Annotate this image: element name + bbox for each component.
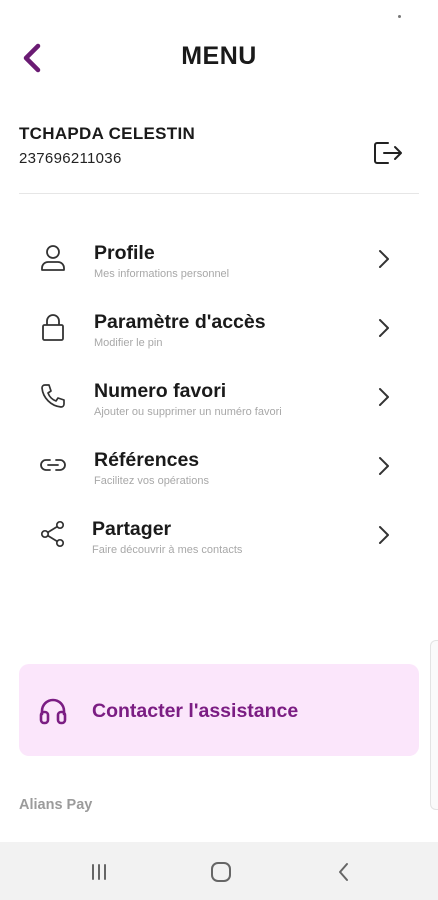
logout-button[interactable] [370,135,406,171]
page-title: MENU [181,42,257,70]
logout-icon [374,142,402,164]
menu-item-label: Partager [92,518,172,540]
contact-assistance-button[interactable]: Contacter l'assistance [19,664,419,756]
contact-assistance-label: Contacter l'assistance [92,700,299,722]
menu-item-label: Profile [94,242,155,264]
home-icon [211,862,231,882]
menu-item-favorite-number[interactable]: Numero favori Ajouter ou supprimer un nu… [0,363,438,432]
chevron-right-icon [379,457,389,475]
status-dot [398,15,401,18]
brand-label: Alians Pay [19,797,93,813]
scroll-edge [430,640,438,810]
menu-item-references[interactable]: Références Facilitez vos opérations [0,432,438,501]
menu-item-subtitle: Faire découvrir à mes contacts [92,544,243,556]
lock-icon [42,314,64,341]
user-name: TCHAPDA CELESTIN [19,124,196,143]
system-back-button[interactable] [329,858,359,886]
chevron-right-icon [379,526,389,544]
menu-item-subtitle: Facilitez vos opérations [94,475,209,487]
chevron-right-icon [379,250,389,268]
menu-item-subtitle: Mes informations personnel [94,268,230,280]
menu-item-access-settings[interactable]: Paramètre d'accès Modifier le pin [0,294,438,363]
chevron-right-icon [379,388,389,406]
recent-apps-button[interactable] [84,858,114,886]
menu-item-profile[interactable]: Profile Mes informations personnel [0,225,438,294]
menu-item-label: Paramètre d'accès [94,311,266,333]
share-icon [40,520,65,548]
link-icon [40,459,66,471]
user-phone: 237696211036 [19,150,122,167]
menu-item-label: Références [94,449,200,471]
menu-list: Profile Mes informations personnel Param… [0,225,438,570]
menu-item-share[interactable]: Partager Faire découvrir à mes contacts [0,501,438,570]
phone-icon [41,384,65,408]
header: MENU [0,0,438,110]
home-button[interactable] [206,858,236,886]
menu-item-subtitle: Modifier le pin [94,337,163,349]
menu-item-label: Numero favori [94,380,227,402]
chevron-right-icon [379,319,389,337]
user-info: TCHAPDA CELESTIN 237696211036 [19,124,419,167]
divider [19,193,419,194]
system-navbar [0,842,438,900]
back-icon [339,863,348,881]
recent-apps-icon [92,864,106,880]
menu-item-subtitle: Ajouter ou supprimer un numéro favori [94,406,282,418]
headphones-icon [39,698,67,725]
user-icon [41,245,65,271]
